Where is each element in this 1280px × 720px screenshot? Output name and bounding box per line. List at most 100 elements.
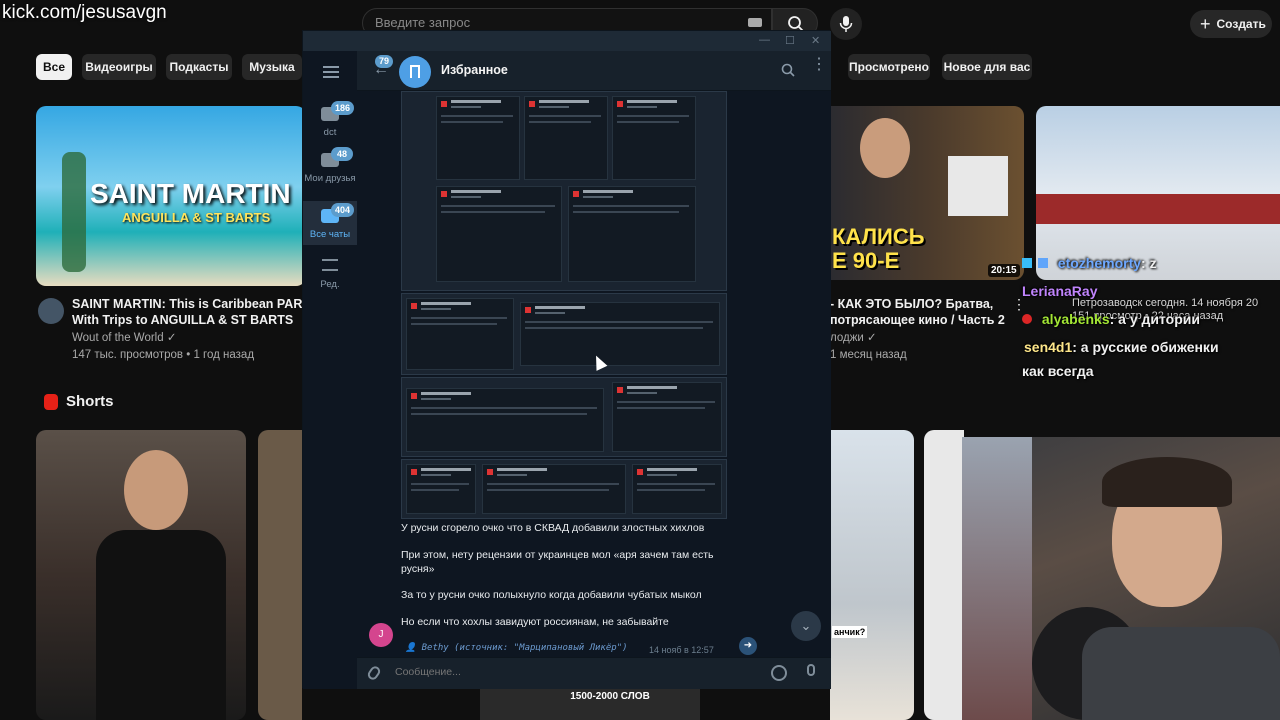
video-thumbnail-saint-martin[interactable]: SAINT MARTIN ANGUILLA & ST BARTS xyxy=(36,106,306,286)
attach-icon[interactable] xyxy=(365,664,383,682)
streamer-webcam xyxy=(962,437,1280,720)
folder-all-chats[interactable]: 404 Все чаты xyxy=(303,201,357,245)
message-text: За то у русни очко полыхнуло когда добав… xyxy=(401,589,702,601)
streamer-shirt xyxy=(1082,627,1280,720)
sender-avatar[interactable]: J xyxy=(369,623,393,647)
video-title-saint-martin[interactable]: SAINT MARTIN: This is Caribbean PARADIS … xyxy=(72,296,304,328)
chip-podcasts[interactable]: Подкасты xyxy=(166,54,232,80)
video-title-90s[interactable]: - КАК ЭТО БЫЛО? Братва, потрясающее кино… xyxy=(830,296,1020,328)
window-titlebar: — ☐ ✕ xyxy=(303,31,831,51)
video-title-line: With Trips to ANGUILLA & ST BARTS xyxy=(72,313,294,327)
chat-title[interactable]: Избранное xyxy=(441,63,508,77)
chat-username: etozhemorty xyxy=(1057,255,1142,271)
message-time: 14 нояб в 12:57 xyxy=(649,645,714,655)
short-thumbnail[interactable]: анчик? xyxy=(830,430,914,720)
message-composer xyxy=(357,657,831,689)
folder-dct[interactable]: 186 dct xyxy=(303,99,357,149)
folder-label: Мои друзья xyxy=(304,173,356,184)
chat-username: sen4d1 xyxy=(1024,339,1073,355)
short-thumbnail[interactable] xyxy=(36,430,246,720)
review-card xyxy=(406,464,476,514)
review-card xyxy=(612,96,696,180)
message-text: У русни сгорело очко что в СКВАД добавил… xyxy=(401,522,705,534)
folders-sidebar: 186 dct 48 Мои друзья 404 Все чаты Ред. xyxy=(303,51,357,689)
short-thumbnail[interactable] xyxy=(258,430,302,720)
message-text: При этом, нету рецензии от украинцев мол… xyxy=(401,549,714,575)
video-title-line: потрясающее кино / Часть 2 xyxy=(830,313,1005,327)
train-figure xyxy=(1036,194,1280,224)
shorts-logo-icon xyxy=(44,393,58,410)
verified-icon: ✓ xyxy=(166,332,177,344)
review-card xyxy=(632,464,722,514)
chip-videogames[interactable]: Видеоигры xyxy=(82,54,156,80)
screenshot-image[interactable] xyxy=(401,91,727,291)
message-list[interactable]: У русни сгорело очко что в СКВАД добавил… xyxy=(357,91,831,657)
chip-all[interactable]: Все xyxy=(36,54,72,80)
folder-my-friends[interactable]: 48 Мои друзья xyxy=(303,145,357,201)
chat-header: ← 79 Избранное ⋮ xyxy=(357,51,831,91)
channel-avatar[interactable] xyxy=(38,298,64,324)
video-title-line: - КАК ЭТО БЫЛО? Братва, xyxy=(830,297,994,311)
video-meta: Wout of the World ✓ 147 тыс. просмотров … xyxy=(72,330,254,364)
message-input[interactable] xyxy=(395,666,755,678)
flag-background xyxy=(962,437,1032,720)
screenshot-image[interactable] xyxy=(401,293,727,375)
folder-label: Все чаты xyxy=(309,229,351,240)
menu-icon[interactable] xyxy=(323,66,339,78)
screenshot-image[interactable] xyxy=(401,459,727,519)
video-thumbnail-train[interactable] xyxy=(1036,106,1280,280)
review-card xyxy=(520,302,720,366)
folder-edit[interactable]: Ред. xyxy=(303,251,357,301)
chat-text: : а у дитории xyxy=(1109,311,1200,327)
shorts-heading: Shorts xyxy=(44,393,114,410)
unread-badge: 79 xyxy=(375,55,394,68)
review-card xyxy=(482,464,626,514)
verified-icon: ✓ xyxy=(867,332,877,344)
short-thumbnail[interactable]: 1500-2000 СЛОВ xyxy=(480,688,700,720)
badge-icon xyxy=(1022,258,1032,268)
review-card xyxy=(568,186,696,282)
keyboard-icon[interactable] xyxy=(748,18,762,27)
shorts-label: Shorts xyxy=(66,393,114,410)
screenshot-image[interactable] xyxy=(401,377,727,457)
maximize-icon[interactable]: ☐ xyxy=(785,34,795,47)
saved-messages-avatar[interactable] xyxy=(399,56,431,88)
forwarded-source[interactable]: 👤 Bethy (источник: "Марципановый Ликёр") xyxy=(405,643,628,653)
microphone-icon xyxy=(839,16,853,32)
voice-search-button[interactable] xyxy=(830,8,862,40)
folder-label: Ред. xyxy=(320,279,340,290)
short-text: анчик? xyxy=(832,626,868,638)
channel-name[interactable]: лоджи ✓ xyxy=(830,330,907,347)
microphone-icon[interactable] xyxy=(807,664,815,676)
short-thumbnail[interactable] xyxy=(924,430,964,720)
chip-new-for-you[interactable]: Новое для вас xyxy=(942,54,1032,80)
person-figure xyxy=(96,530,226,720)
chip-music[interactable]: Музыка xyxy=(242,54,302,80)
search-icon[interactable] xyxy=(781,63,795,77)
video-title-line: SAINT MARTIN: This is Caribbean PARADIS xyxy=(72,297,304,311)
video-thumbnail-90s[interactable]: КАЛИСЬ Е 90-Е 20:15 xyxy=(830,106,1024,280)
review-card xyxy=(612,382,722,452)
message-text: Но если что хохлы завидуют россиянам, не… xyxy=(401,616,669,628)
thumbnail-text: Е 90-Е xyxy=(832,248,900,273)
close-icon[interactable]: ✕ xyxy=(811,34,820,47)
telegram-window: — ☐ ✕ 186 dct 48 Мои друзья 404 Все чаты… xyxy=(302,30,831,689)
scroll-down-button[interactable]: ⌄ xyxy=(791,611,821,641)
unread-badge: 186 xyxy=(331,101,355,115)
plus-icon: + xyxy=(1200,13,1211,34)
create-button-label: Создать xyxy=(1216,17,1266,31)
chat-username: alyabenks xyxy=(1041,311,1110,327)
video-meta: лоджи ✓ 1 месяц назад xyxy=(830,330,907,364)
review-card xyxy=(436,186,562,282)
more-options-icon[interactable]: ⋮ xyxy=(811,57,827,73)
minimize-icon[interactable]: — xyxy=(759,34,770,46)
review-card xyxy=(524,96,608,180)
create-button[interactable]: + Создать xyxy=(1190,10,1272,38)
channel-name[interactable]: Wout of the World ✓ xyxy=(72,330,254,347)
streamer-hair xyxy=(1102,457,1232,507)
chat-continuation: как всегда xyxy=(1022,363,1094,379)
emoji-icon[interactable] xyxy=(771,665,787,681)
chip-watched[interactable]: Просмотрено xyxy=(848,54,930,80)
short-caption: 1500-2000 СЛОВ xyxy=(570,691,650,702)
forward-icon[interactable]: ➜ xyxy=(739,637,757,655)
